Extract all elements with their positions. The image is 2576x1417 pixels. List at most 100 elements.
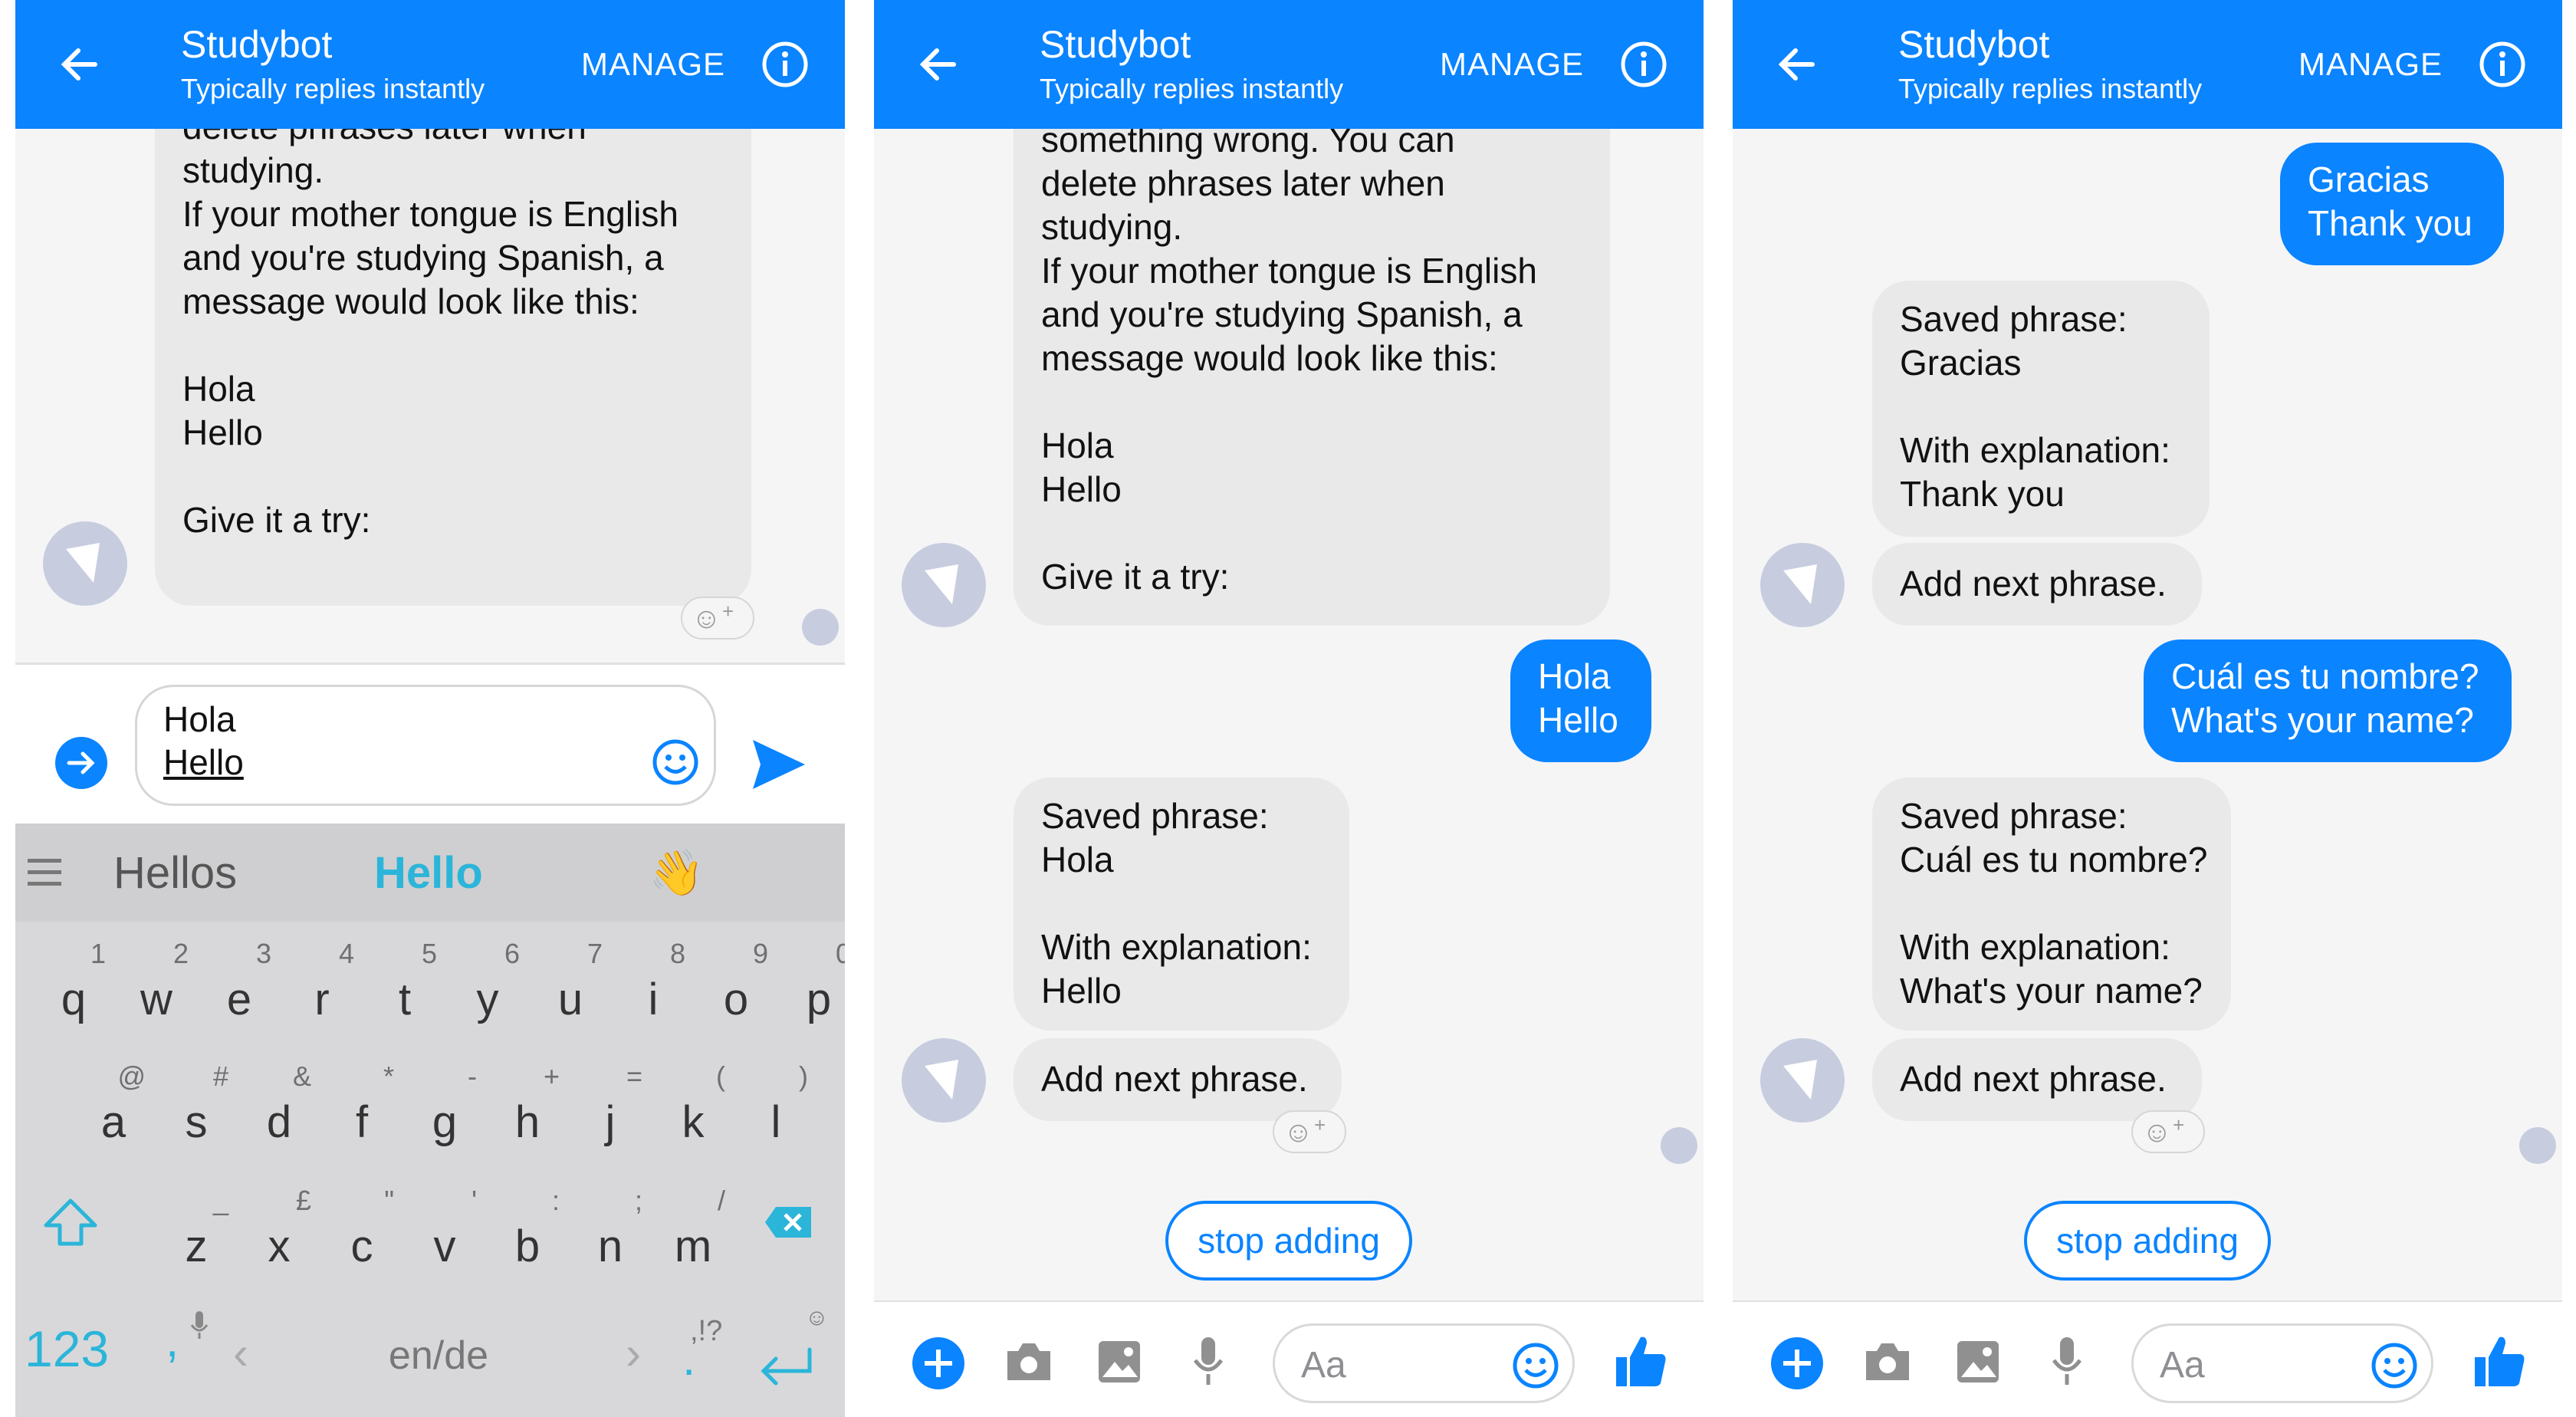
key-hint: 5 <box>421 938 437 969</box>
manage-button[interactable]: MANAGE <box>581 43 725 86</box>
thumbs-up-icon[interactable] <box>1615 1333 1668 1389</box>
seen-indicator-icon <box>1661 1127 1697 1164</box>
key-m[interactable]: / m <box>652 1178 734 1291</box>
key-l[interactable]: ) l <box>734 1054 817 1167</box>
key-q[interactable]: 1q <box>32 931 115 1044</box>
flag-icon <box>925 1060 958 1100</box>
message-input[interactable]: Aa <box>2131 1323 2433 1403</box>
menu-icon[interactable] <box>26 857 63 888</box>
camera-icon[interactable] <box>1863 1340 1912 1383</box>
key-o[interactable]: 9o <box>695 931 777 1044</box>
key-g[interactable]: -g <box>403 1054 486 1167</box>
emoji-icon[interactable] <box>2370 1341 2419 1390</box>
key-letter: v <box>433 1221 456 1271</box>
key-x[interactable]: £ x <box>238 1178 320 1291</box>
key-i[interactable]: 8i <box>612 931 695 1044</box>
key-k[interactable]: (k <box>652 1054 734 1167</box>
key-hint: 2 <box>172 938 189 969</box>
key-letter: f <box>355 1097 369 1147</box>
microphone-icon[interactable] <box>1191 1336 1225 1386</box>
composer-bar: Aa <box>874 1300 1704 1417</box>
message-input[interactable]: Aa <box>1273 1323 1575 1403</box>
key-r[interactable]: 4r <box>281 931 363 1044</box>
key-v[interactable]: ' v <box>403 1178 486 1291</box>
comma-key[interactable]: , <box>166 1314 179 1368</box>
key-f[interactable]: * f <box>320 1054 403 1167</box>
plus-icon[interactable] <box>1769 1336 1825 1391</box>
info-icon[interactable] <box>2478 40 2527 89</box>
key-hint: @ <box>117 1060 146 1092</box>
enter-icon[interactable] <box>756 1345 817 1394</box>
emoji-hint-icon: ☺ <box>805 1305 829 1330</box>
stop-adding-button[interactable]: stop adding <box>1165 1201 1412 1281</box>
key-letter: b <box>514 1221 540 1271</box>
period-key[interactable]: . <box>682 1333 695 1386</box>
key-hint: 4 <box>338 938 354 969</box>
backspace-icon[interactable] <box>764 1205 813 1239</box>
image-icon[interactable] <box>1955 1339 2001 1385</box>
add-reaction-button[interactable]: ☺ + <box>1273 1110 1346 1153</box>
key-hint: 1 <box>90 938 106 969</box>
numbers-key[interactable]: 123 <box>25 1320 109 1377</box>
bot-avatar <box>902 1038 986 1123</box>
plus-icon[interactable] <box>911 1336 966 1391</box>
chat-panel-typing: Studybot Typically replies instantly MAN… <box>15 0 845 1417</box>
manage-button[interactable]: MANAGE <box>1440 43 1584 86</box>
manage-button[interactable]: MANAGE <box>2298 43 2443 86</box>
message-input[interactable]: Hola Hello <box>135 685 716 806</box>
key-t[interactable]: 5t <box>363 931 446 1044</box>
suggestion-hellos[interactable]: Hellos <box>113 848 237 899</box>
key-e[interactable]: 3e <box>198 931 281 1044</box>
back-arrow-icon[interactable] <box>55 40 104 89</box>
key-h[interactable]: + h <box>486 1054 569 1167</box>
emoji-icon[interactable] <box>651 738 700 787</box>
key-letter: a <box>100 1097 127 1147</box>
back-arrow-icon[interactable] <box>1773 40 1822 89</box>
key-letter: p <box>806 975 832 1024</box>
info-icon[interactable] <box>761 40 810 89</box>
space-language-label: en/de <box>388 1333 489 1378</box>
shift-icon[interactable] <box>41 1196 100 1248</box>
stop-adding-button[interactable]: stop adding <box>2024 1201 2271 1281</box>
key-u[interactable]: 7u <box>529 931 612 1044</box>
send-icon[interactable] <box>750 735 808 794</box>
key-letter: y <box>476 975 499 1024</box>
key-hint: 8 <box>669 938 685 969</box>
key-hint: 9 <box>752 938 768 969</box>
microphone-icon[interactable] <box>2050 1336 2084 1386</box>
info-icon[interactable] <box>1619 40 1668 89</box>
key-hint: # <box>212 1060 228 1092</box>
back-arrow-icon[interactable] <box>914 40 963 89</box>
key-letter: w <box>140 975 172 1024</box>
chat-header: Studybot Typically replies instantly MAN… <box>1733 0 2562 129</box>
key-hint: £ <box>295 1185 311 1216</box>
key-hint: " <box>384 1185 394 1216</box>
key-d[interactable]: & d <box>238 1054 320 1167</box>
key-w[interactable]: 2w <box>115 931 198 1044</box>
key-z[interactable]: _ z <box>155 1178 238 1291</box>
bot-next-phrase-message: Add next phrase. <box>1872 543 2202 626</box>
space-bar[interactable]: ‹ en/de › <box>224 1317 653 1394</box>
camera-icon[interactable] <box>1004 1340 1053 1383</box>
key-n[interactable]: ; n <box>569 1178 652 1291</box>
key-s[interactable]: # s <box>155 1054 238 1167</box>
key-j[interactable]: = j <box>569 1054 652 1167</box>
image-icon[interactable] <box>1096 1339 1142 1385</box>
thumbs-up-icon[interactable] <box>2473 1333 2527 1389</box>
add-reaction-button[interactable]: ☺ + <box>2131 1110 2205 1153</box>
suggestion-hello[interactable]: Hello <box>374 848 483 899</box>
emoji-icon[interactable] <box>1511 1341 1560 1390</box>
suggestion-wave-emoji[interactable]: 👋 <box>649 848 704 899</box>
key-c[interactable]: " c <box>320 1178 403 1291</box>
expand-arrow-icon[interactable] <box>54 735 109 791</box>
key-y[interactable]: 6y <box>446 931 529 1044</box>
add-reaction-button[interactable]: ☺ + <box>681 597 754 639</box>
key-letter: t <box>398 975 412 1024</box>
key-letter: l <box>770 1097 781 1147</box>
key-hint: 0 <box>835 938 845 969</box>
key-a[interactable]: @ a <box>72 1054 155 1167</box>
key-b[interactable]: :b <box>486 1178 569 1291</box>
key-hint: _ <box>212 1185 228 1216</box>
key-p[interactable]: 0p <box>777 931 845 1044</box>
key-letter: r <box>314 975 330 1024</box>
